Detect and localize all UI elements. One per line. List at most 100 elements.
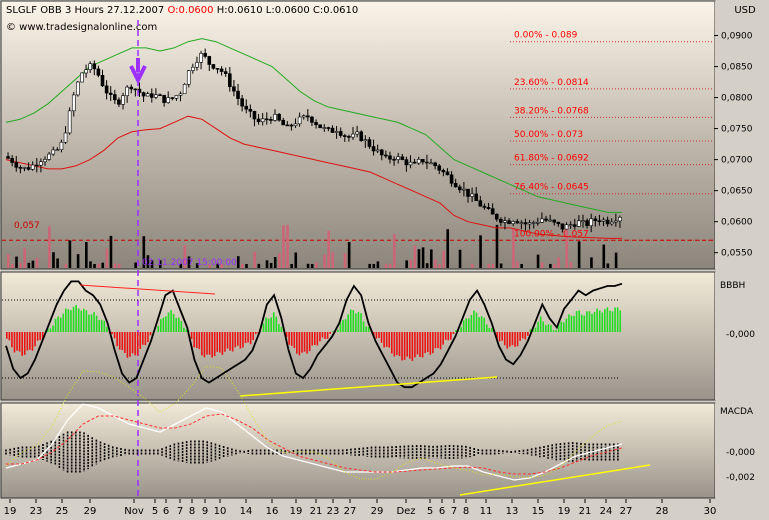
candle-body[interactable] xyxy=(186,70,191,85)
candle-body[interactable] xyxy=(256,118,261,123)
candle-body[interactable] xyxy=(338,131,343,136)
candle-body[interactable] xyxy=(482,205,487,208)
candle-body[interactable] xyxy=(486,207,491,209)
candle-body[interactable] xyxy=(18,167,23,169)
candle-body[interactable] xyxy=(425,161,429,164)
candle-body[interactable] xyxy=(195,62,199,68)
candle-body[interactable] xyxy=(154,94,158,98)
candle-body[interactable] xyxy=(396,156,400,160)
candle-body[interactable] xyxy=(519,222,524,224)
candle-body[interactable] xyxy=(84,69,88,74)
candle-body[interactable] xyxy=(577,220,581,227)
candle-body[interactable] xyxy=(540,218,544,223)
candle-body[interactable] xyxy=(552,219,557,223)
candle-body[interactable] xyxy=(88,63,92,70)
candle-body[interactable] xyxy=(162,94,166,103)
candle-body[interactable] xyxy=(34,164,39,167)
candle-body[interactable] xyxy=(585,220,589,226)
candle-body[interactable] xyxy=(228,73,232,88)
candle-body[interactable] xyxy=(63,132,68,143)
candle-body[interactable] xyxy=(100,74,105,87)
candle-body[interactable] xyxy=(281,119,286,126)
candle-body[interactable] xyxy=(503,220,507,223)
candle-body[interactable] xyxy=(527,222,532,225)
candle-body[interactable] xyxy=(92,63,97,70)
candle-body[interactable] xyxy=(191,66,195,71)
candle-body[interactable] xyxy=(523,222,528,225)
candle-body[interactable] xyxy=(121,95,125,105)
candle-body[interactable] xyxy=(6,156,10,159)
candle-body[interactable] xyxy=(166,97,171,103)
candle-body[interactable] xyxy=(158,94,162,96)
candle-body[interactable] xyxy=(178,93,183,96)
candle-body[interactable] xyxy=(416,159,421,164)
candle-body[interactable] xyxy=(252,110,257,120)
candle-body[interactable] xyxy=(342,135,347,137)
candle-body[interactable] xyxy=(59,141,64,151)
candle-body[interactable] xyxy=(618,217,622,222)
candle-body[interactable] xyxy=(511,221,515,224)
candle-body[interactable] xyxy=(494,213,499,220)
candle-body[interactable] xyxy=(314,122,318,126)
candle-body[interactable] xyxy=(445,171,450,176)
macda-panel[interactable] xyxy=(0,402,716,499)
candle-body[interactable] xyxy=(47,153,51,160)
candle-body[interactable] xyxy=(125,86,129,97)
candle-body[interactable] xyxy=(589,218,594,226)
candle-body[interactable] xyxy=(104,85,109,94)
candle-body[interactable] xyxy=(39,161,43,166)
candle-body[interactable] xyxy=(219,68,224,72)
candle-body[interactable] xyxy=(363,139,368,142)
candle-body[interactable] xyxy=(108,92,113,95)
candle-body[interactable] xyxy=(359,131,364,142)
candle-body[interactable] xyxy=(318,124,322,129)
candle-body[interactable] xyxy=(564,224,569,230)
candle-body[interactable] xyxy=(466,188,470,197)
candle-body[interactable] xyxy=(301,115,306,118)
candle-body[interactable] xyxy=(26,167,31,170)
candle-body[interactable] xyxy=(437,165,442,171)
candle-body[interactable] xyxy=(232,86,236,92)
candle-body[interactable] xyxy=(474,193,479,201)
candle-body[interactable] xyxy=(605,219,610,225)
candle-body[interactable] xyxy=(544,218,548,221)
candle-body[interactable] xyxy=(609,221,614,225)
candle-body[interactable] xyxy=(51,149,56,155)
candle-body[interactable] xyxy=(43,159,47,163)
candle-body[interactable] xyxy=(117,99,121,105)
candle-body[interactable] xyxy=(614,220,618,223)
candle-body[interactable] xyxy=(182,84,187,95)
candle-body[interactable] xyxy=(515,221,520,224)
candle-body[interactable] xyxy=(326,127,331,129)
candle-body[interactable] xyxy=(170,97,175,99)
candle-body[interactable] xyxy=(211,64,216,69)
candle-body[interactable] xyxy=(14,162,19,168)
candle-body[interactable] xyxy=(433,162,437,167)
candle-body[interactable] xyxy=(457,186,462,191)
candle-body[interactable] xyxy=(244,105,249,110)
candle-body[interactable] xyxy=(248,108,253,112)
candle-body[interactable] xyxy=(581,220,585,222)
candle-body[interactable] xyxy=(67,110,72,134)
candle-body[interactable] xyxy=(207,56,212,65)
candle-body[interactable] xyxy=(133,88,138,91)
candle-body[interactable] xyxy=(597,220,602,222)
candle-body[interactable] xyxy=(507,220,511,224)
candle-body[interactable] xyxy=(80,72,84,83)
candle-body[interactable] xyxy=(490,208,495,215)
candle-body[interactable] xyxy=(306,115,310,118)
price-panel[interactable] xyxy=(0,0,716,270)
candle-body[interactable] xyxy=(215,68,220,70)
candle-body[interactable] xyxy=(601,219,606,222)
candle-body[interactable] xyxy=(351,133,355,138)
candle-body[interactable] xyxy=(10,158,14,163)
candle-body[interactable] xyxy=(223,71,228,74)
candle-body[interactable] xyxy=(371,146,376,152)
candle-body[interactable] xyxy=(408,161,413,166)
candle-body[interactable] xyxy=(355,131,359,135)
candle-body[interactable] xyxy=(71,94,76,112)
candle-body[interactable] xyxy=(412,161,417,164)
candle-body[interactable] xyxy=(379,149,384,156)
candle-body[interactable] xyxy=(441,169,446,173)
candle-body[interactable] xyxy=(536,221,540,224)
